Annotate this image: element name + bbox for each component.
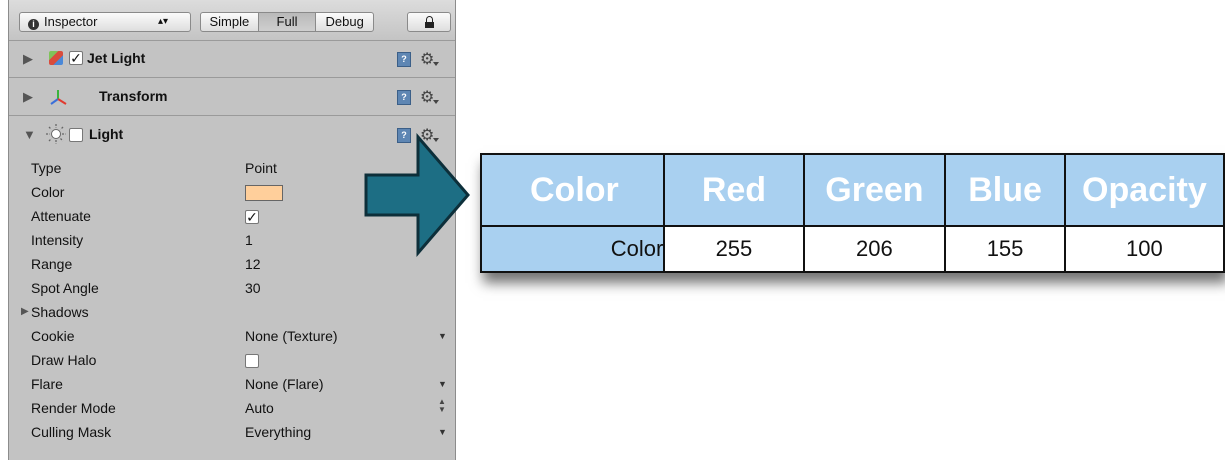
- expand-triangle-icon[interactable]: ▶: [23, 89, 33, 105]
- table-header: Opacity: [1063, 153, 1225, 227]
- table-header: Blue: [944, 153, 1066, 227]
- prop-cookie[interactable]: Cookie None (Texture) ▼: [9, 326, 455, 350]
- light-sun-icon: [46, 124, 66, 144]
- table-header: Red: [663, 153, 805, 227]
- prop-value: Everything: [245, 424, 312, 440]
- mode-full-button[interactable]: Full: [258, 13, 316, 31]
- table-row-label: Color: [479, 225, 666, 273]
- prop-label: Flare: [31, 376, 63, 392]
- attenuate-checkbox[interactable]: ✓: [245, 210, 259, 224]
- prop-label: Cookie: [31, 328, 75, 344]
- cube-icon: [49, 51, 63, 65]
- mode-toggle-group: Simple Full Debug: [200, 12, 374, 32]
- collapse-triangle-icon[interactable]: ▼: [23, 127, 36, 142]
- inspector-tab-dropdown[interactable]: i Inspector ▴▾: [19, 12, 191, 32]
- table-row: Color 255 206 155 100: [479, 225, 1225, 273]
- transform-axis-icon: [50, 90, 67, 105]
- inspector-toolbar: i Inspector ▴▾ Simple Full Debug: [9, 0, 455, 41]
- transform-name: Transform: [99, 88, 168, 104]
- lock-icon: [424, 16, 434, 28]
- prop-draw-halo: Draw Halo: [9, 350, 455, 374]
- prop-value: Point: [245, 160, 277, 176]
- opacity-value: 100: [1063, 225, 1225, 273]
- gear-icon[interactable]: ⚙: [420, 49, 440, 69]
- gear-icon[interactable]: ⚙: [420, 87, 440, 107]
- color-swatch[interactable]: [245, 185, 283, 201]
- draw-halo-checkbox[interactable]: [245, 354, 259, 368]
- prop-flare[interactable]: Flare None (Flare) ▼: [9, 374, 455, 398]
- red-value: 255: [663, 225, 805, 273]
- gameobject-active-checkbox[interactable]: ✓: [69, 51, 83, 65]
- prop-label: Type: [31, 160, 62, 176]
- help-book-icon[interactable]: ?: [397, 90, 411, 105]
- info-icon: i: [28, 19, 39, 30]
- mode-simple-button[interactable]: Simple: [201, 13, 258, 31]
- prop-value: None (Flare): [245, 376, 324, 392]
- prop-value: 12: [245, 256, 261, 272]
- dropdown-arrow-icon[interactable]: ▼: [438, 331, 447, 341]
- prop-label: Draw Halo: [31, 352, 97, 368]
- prop-shadows[interactable]: ▶ Shadows: [9, 302, 455, 326]
- light-name: Light: [89, 126, 124, 142]
- dropdown-arrow-icon[interactable]: ▼: [438, 427, 447, 437]
- prop-culling-mask[interactable]: Culling Mask Everything ▼: [9, 422, 455, 446]
- prop-label: Range: [31, 256, 73, 272]
- mode-debug-button[interactable]: Debug: [316, 13, 373, 31]
- prop-render-mode[interactable]: Render Mode Auto ▲ ▼: [9, 398, 455, 422]
- prop-label: Render Mode: [31, 400, 116, 416]
- gameobject-name: Jet Light: [87, 50, 146, 66]
- prop-value: 1: [245, 232, 253, 248]
- updown-arrows-icon: ▴▾: [157, 16, 168, 27]
- prop-label: Intensity: [31, 232, 84, 248]
- table-header-row: Color Red Green Blue Opacity: [479, 153, 1225, 227]
- table-header: Color: [479, 153, 666, 227]
- inspector-tab-label: Inspector: [44, 14, 98, 29]
- help-book-icon[interactable]: ?: [397, 52, 411, 67]
- right-arrow-icon: [364, 133, 470, 257]
- prop-value: Auto: [245, 400, 274, 416]
- color-values-table: Color Red Green Blue Opacity Color 255 2…: [479, 153, 1225, 273]
- prop-label: Culling Mask: [31, 424, 112, 440]
- prop-label: Spot Angle: [31, 280, 99, 296]
- light-enabled-checkbox[interactable]: [69, 128, 83, 142]
- prop-value: None (Texture): [245, 328, 338, 344]
- transform-header: ▶ Transform ? ⚙: [9, 79, 455, 116]
- prop-value: 30: [245, 280, 261, 296]
- expand-triangle-icon[interactable]: ▶: [23, 51, 33, 67]
- lock-button[interactable]: [407, 12, 451, 32]
- prop-range[interactable]: Range 12: [9, 254, 455, 278]
- prop-spot-angle[interactable]: Spot Angle 30: [9, 278, 455, 302]
- blue-value: 155: [944, 225, 1066, 273]
- dropdown-arrow-icon[interactable]: ▼: [438, 379, 447, 389]
- green-value: 206: [802, 225, 947, 273]
- expand-triangle-icon[interactable]: ▶: [21, 306, 29, 317]
- prop-label: Shadows: [31, 304, 89, 320]
- gameobject-header: ▶ ✓ Jet Light ? ⚙: [9, 41, 455, 78]
- prop-label: Attenuate: [31, 208, 91, 224]
- table-header: Green: [802, 153, 947, 227]
- prop-label: Color: [31, 184, 65, 200]
- updown-arrows-icon[interactable]: ▲ ▼: [438, 398, 446, 414]
